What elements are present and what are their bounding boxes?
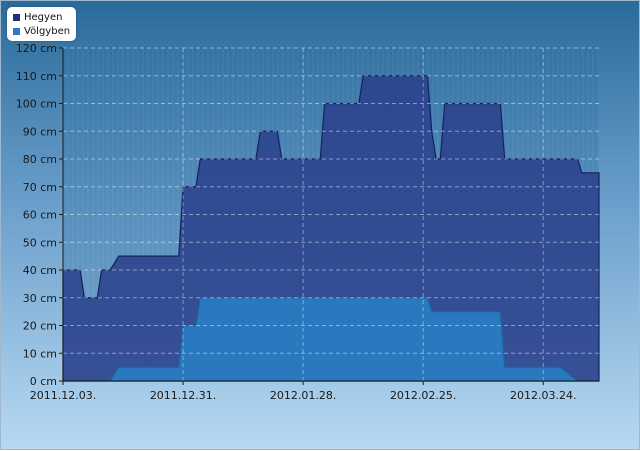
legend-swatch-volgyben: [13, 27, 20, 35]
y-tick-label: 10 cm: [23, 347, 57, 360]
y-tick-label: 70 cm: [23, 181, 57, 194]
y-tick-label: 110 cm: [16, 70, 57, 83]
snow-depth-chart: 0 cm 10 cm 20 cm 30 cm 40 cm 50 cm 60 cm 70 cm 8…: [0, 0, 640, 450]
legend-label-volgyben: Völgyben: [24, 25, 71, 37]
y-tick-label: 30 cm: [23, 292, 57, 305]
y-tick-label: 100 cm: [16, 98, 57, 111]
legend-item-hegyen: Hegyen: [13, 10, 70, 24]
x-tick-label: 2011.12.03.: [30, 389, 96, 402]
x-tick-label: 2012.03.24.: [510, 389, 576, 402]
x-tick-label: 2012.02.25.: [390, 389, 456, 402]
y-tick-label: 50 cm: [23, 236, 57, 249]
y-tick-label: 0 cm: [30, 375, 57, 388]
y-tick-label: 90 cm: [23, 125, 57, 138]
legend-label-hegyen: Hegyen: [24, 11, 63, 23]
x-tick-label: 2011.12.31.: [150, 389, 216, 402]
y-tick-label: 60 cm: [23, 209, 57, 222]
legend-item-volgyben: Völgyben: [13, 24, 70, 38]
legend-swatch-hegyen: [13, 13, 20, 21]
y-tick-label: 40 cm: [23, 264, 57, 277]
legend: Hegyen Völgyben: [7, 7, 77, 41]
chart-plot: 0 cm 10 cm 20 cm 30 cm 40 cm 50 cm 60 cm 70 cm 8…: [16, 42, 600, 402]
y-tick-label: 80 cm: [23, 153, 57, 166]
y-tick-label: 20 cm: [23, 320, 57, 333]
x-tick-label: 2012.01.28.: [270, 389, 336, 402]
y-tick-label: 120 cm: [16, 42, 57, 55]
